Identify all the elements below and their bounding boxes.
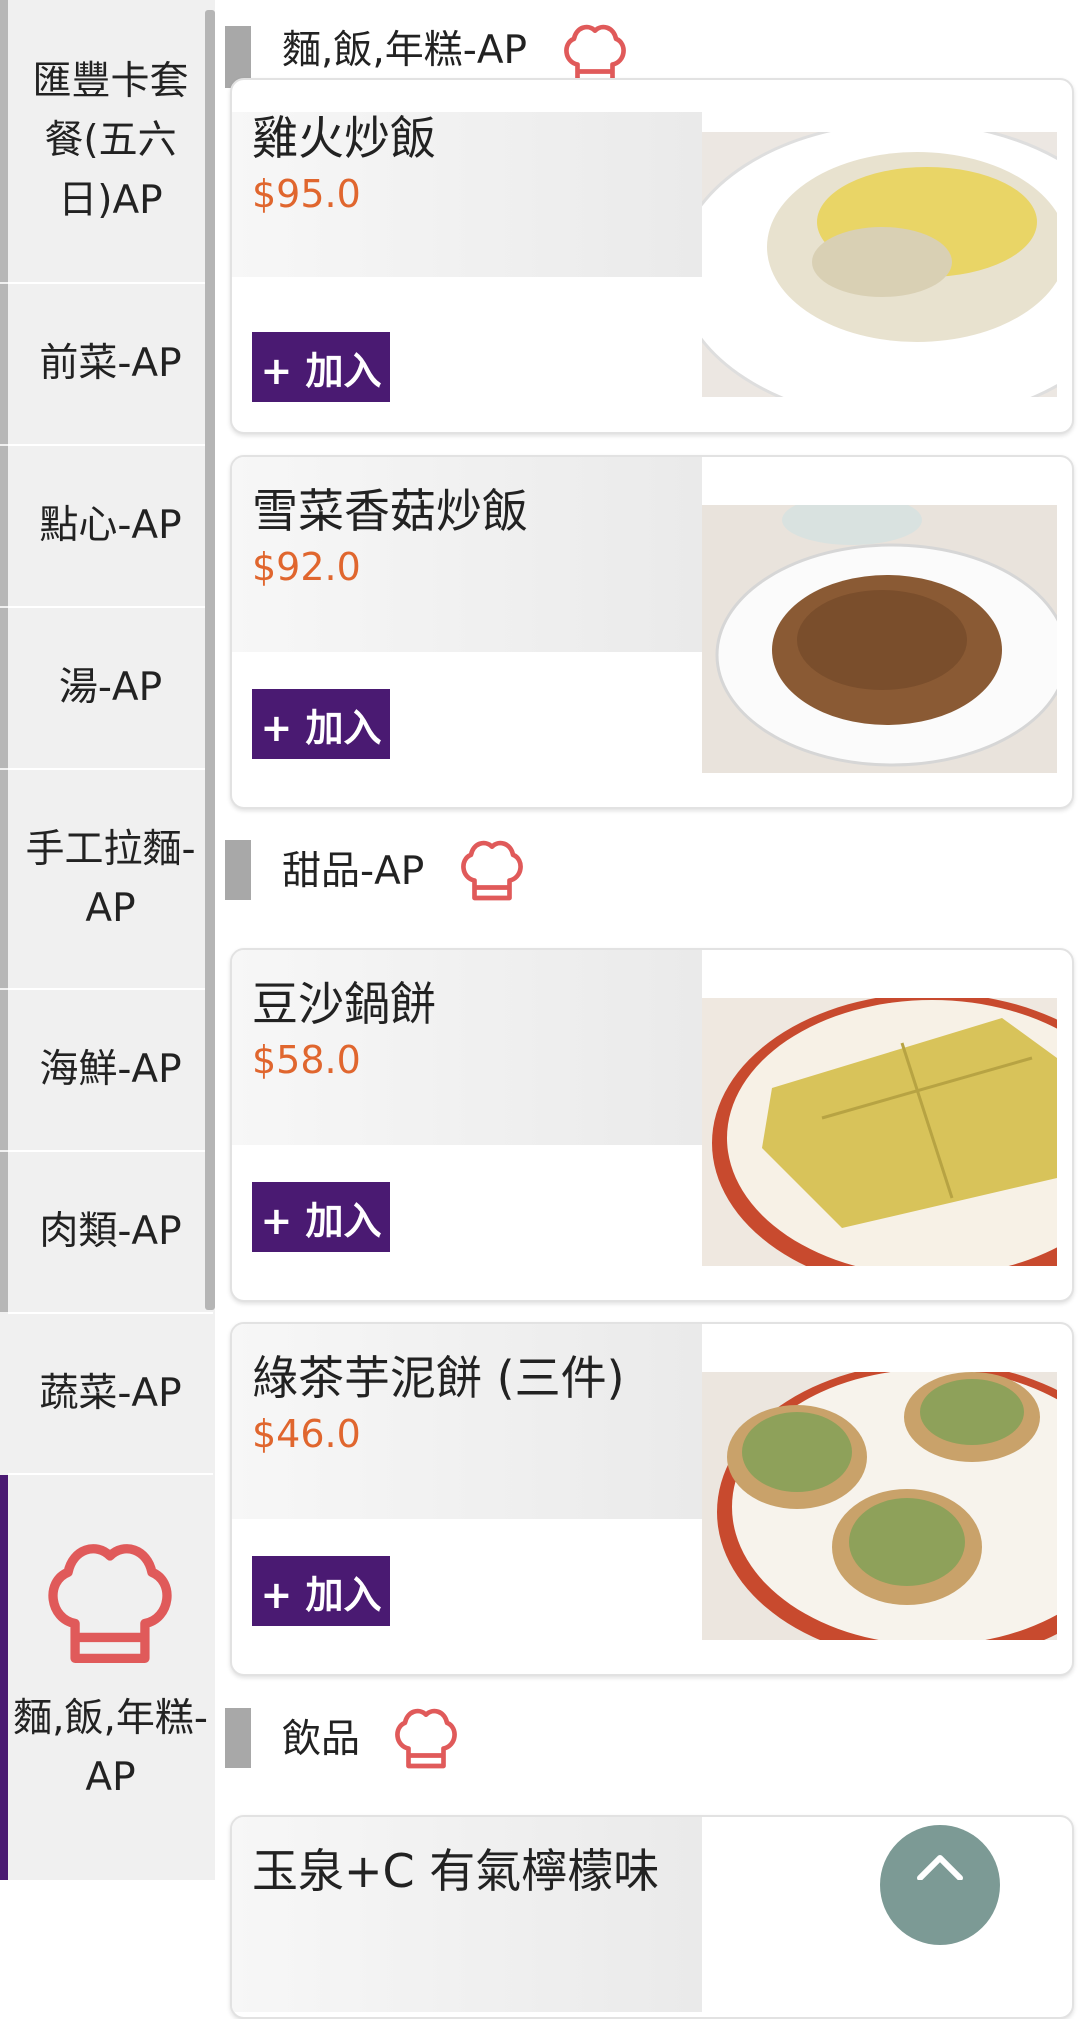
sidebar-scrollbar[interactable] bbox=[205, 10, 215, 1310]
dish-card[interactable]: 雞火炒飯 $95.0 + 加入 bbox=[230, 78, 1074, 434]
sidebar-item-label: 點心-AP bbox=[39, 503, 182, 549]
dish-price: $58.0 bbox=[252, 1038, 361, 1082]
add-to-cart-button[interactable]: + 加入 bbox=[252, 1556, 390, 1626]
dish-name: 雞火炒飯 bbox=[252, 111, 436, 165]
add-to-cart-button[interactable]: + 加入 bbox=[252, 1182, 390, 1252]
section-marker bbox=[225, 1708, 251, 1768]
sidebar-item-soup[interactable]: 湯-AP bbox=[0, 608, 213, 770]
sidebar-item-label: 前菜-AP bbox=[39, 341, 182, 387]
chevron-up-icon bbox=[917, 1855, 963, 1880]
chef-hat-icon bbox=[395, 1708, 457, 1769]
sidebar-item-label: 麵,飯,年糕-AP bbox=[13, 1696, 208, 1800]
dish-name: 綠茶芋泥餅 (三件) bbox=[252, 1351, 625, 1405]
scroll-to-top-button[interactable] bbox=[880, 1825, 1000, 1945]
add-to-cart-button[interactable]: + 加入 bbox=[252, 332, 390, 402]
sidebar-item-hsbc-set[interactable]: 匯豐卡套餐(五六日)AP bbox=[0, 0, 213, 284]
fried-rice-image bbox=[702, 132, 1057, 397]
sidebar-item-handmade-noodles[interactable]: 手工拉麵-AP bbox=[0, 770, 213, 990]
dish-price: $95.0 bbox=[252, 172, 361, 216]
section-marker bbox=[225, 840, 251, 900]
dish-photo bbox=[702, 1372, 1057, 1640]
sidebar-item-appetizer[interactable]: 前菜-AP bbox=[0, 284, 213, 446]
dish-photo bbox=[702, 998, 1057, 1266]
dish-price: $92.0 bbox=[252, 545, 361, 589]
sidebar-item-label: 湯-AP bbox=[58, 665, 163, 711]
red-bean-pancake-image bbox=[702, 998, 1057, 1266]
sidebar-item-label: 匯豐卡套餐(五六日)AP bbox=[32, 59, 189, 223]
category-sidebar: 匯豐卡套餐(五六日)AP 前菜-AP 點心-AP 湯-AP 手工拉麵-AP 海鮮… bbox=[0, 0, 215, 1880]
dish-card[interactable]: 豆沙鍋餅 $58.0 + 加入 bbox=[230, 948, 1074, 1302]
dish-photo bbox=[702, 505, 1057, 773]
sidebar-item-seafood[interactable]: 海鮮-AP bbox=[0, 990, 213, 1152]
dish-card[interactable]: 雪菜香菇炒飯 雪菜香菇炒飯 $92.0 + 加入 bbox=[230, 455, 1074, 809]
sidebar-item-label: 肉類-AP bbox=[39, 1209, 182, 1255]
sidebar-item-vegetable[interactable]: 蔬菜-AP bbox=[8, 1314, 213, 1475]
dish-name: 雪菜香菇炒飯 bbox=[252, 484, 528, 538]
sidebar-item-label: 海鮮-AP bbox=[39, 1047, 182, 1093]
add-to-cart-button[interactable]: + 加入 bbox=[252, 689, 390, 759]
sidebar-item-label: 蔬菜-AP bbox=[39, 1370, 182, 1416]
dish-name: 玉泉+C 有氣檸檬味 bbox=[252, 1844, 660, 1898]
menu-content: 麵,飯,年糕-AP 雞火炒飯 $95.0 + 加入 雪菜香菇炒飯 雪菜香菇炒飯 … bbox=[225, 0, 1080, 2019]
section-title: 甜品-AP bbox=[282, 849, 425, 894]
section-title: 飲品 bbox=[282, 1717, 361, 1762]
dish-photo bbox=[702, 132, 1057, 397]
green-tea-taro-cake-image bbox=[702, 1372, 1057, 1640]
section-header-desserts: 甜品-AP bbox=[225, 822, 1080, 922]
dish-card[interactable]: 綠茶芋泥餅 (三件) $46.0 + 加入 bbox=[230, 1322, 1074, 1676]
active-indicator bbox=[0, 1475, 8, 1880]
chef-hat-icon bbox=[461, 840, 523, 901]
dish-price: $46.0 bbox=[252, 1412, 361, 1456]
sidebar-item-label: 手工拉麵-AP bbox=[25, 826, 196, 931]
section-header-drinks: 飲品 bbox=[225, 1690, 1080, 1790]
sidebar-item-dim-sum[interactable]: 點心-AP bbox=[0, 446, 213, 608]
dish-name: 豆沙鍋餅 bbox=[252, 977, 436, 1031]
chef-hat-icon bbox=[48, 1544, 172, 1664]
vegetable-mushroom-rice-image bbox=[702, 505, 1057, 773]
sidebar-item-active-noodles-rice[interactable]: 麵,飯,年糕-AP bbox=[0, 1475, 213, 1880]
sidebar-item-meat[interactable]: 肉類-AP bbox=[0, 1152, 213, 1314]
